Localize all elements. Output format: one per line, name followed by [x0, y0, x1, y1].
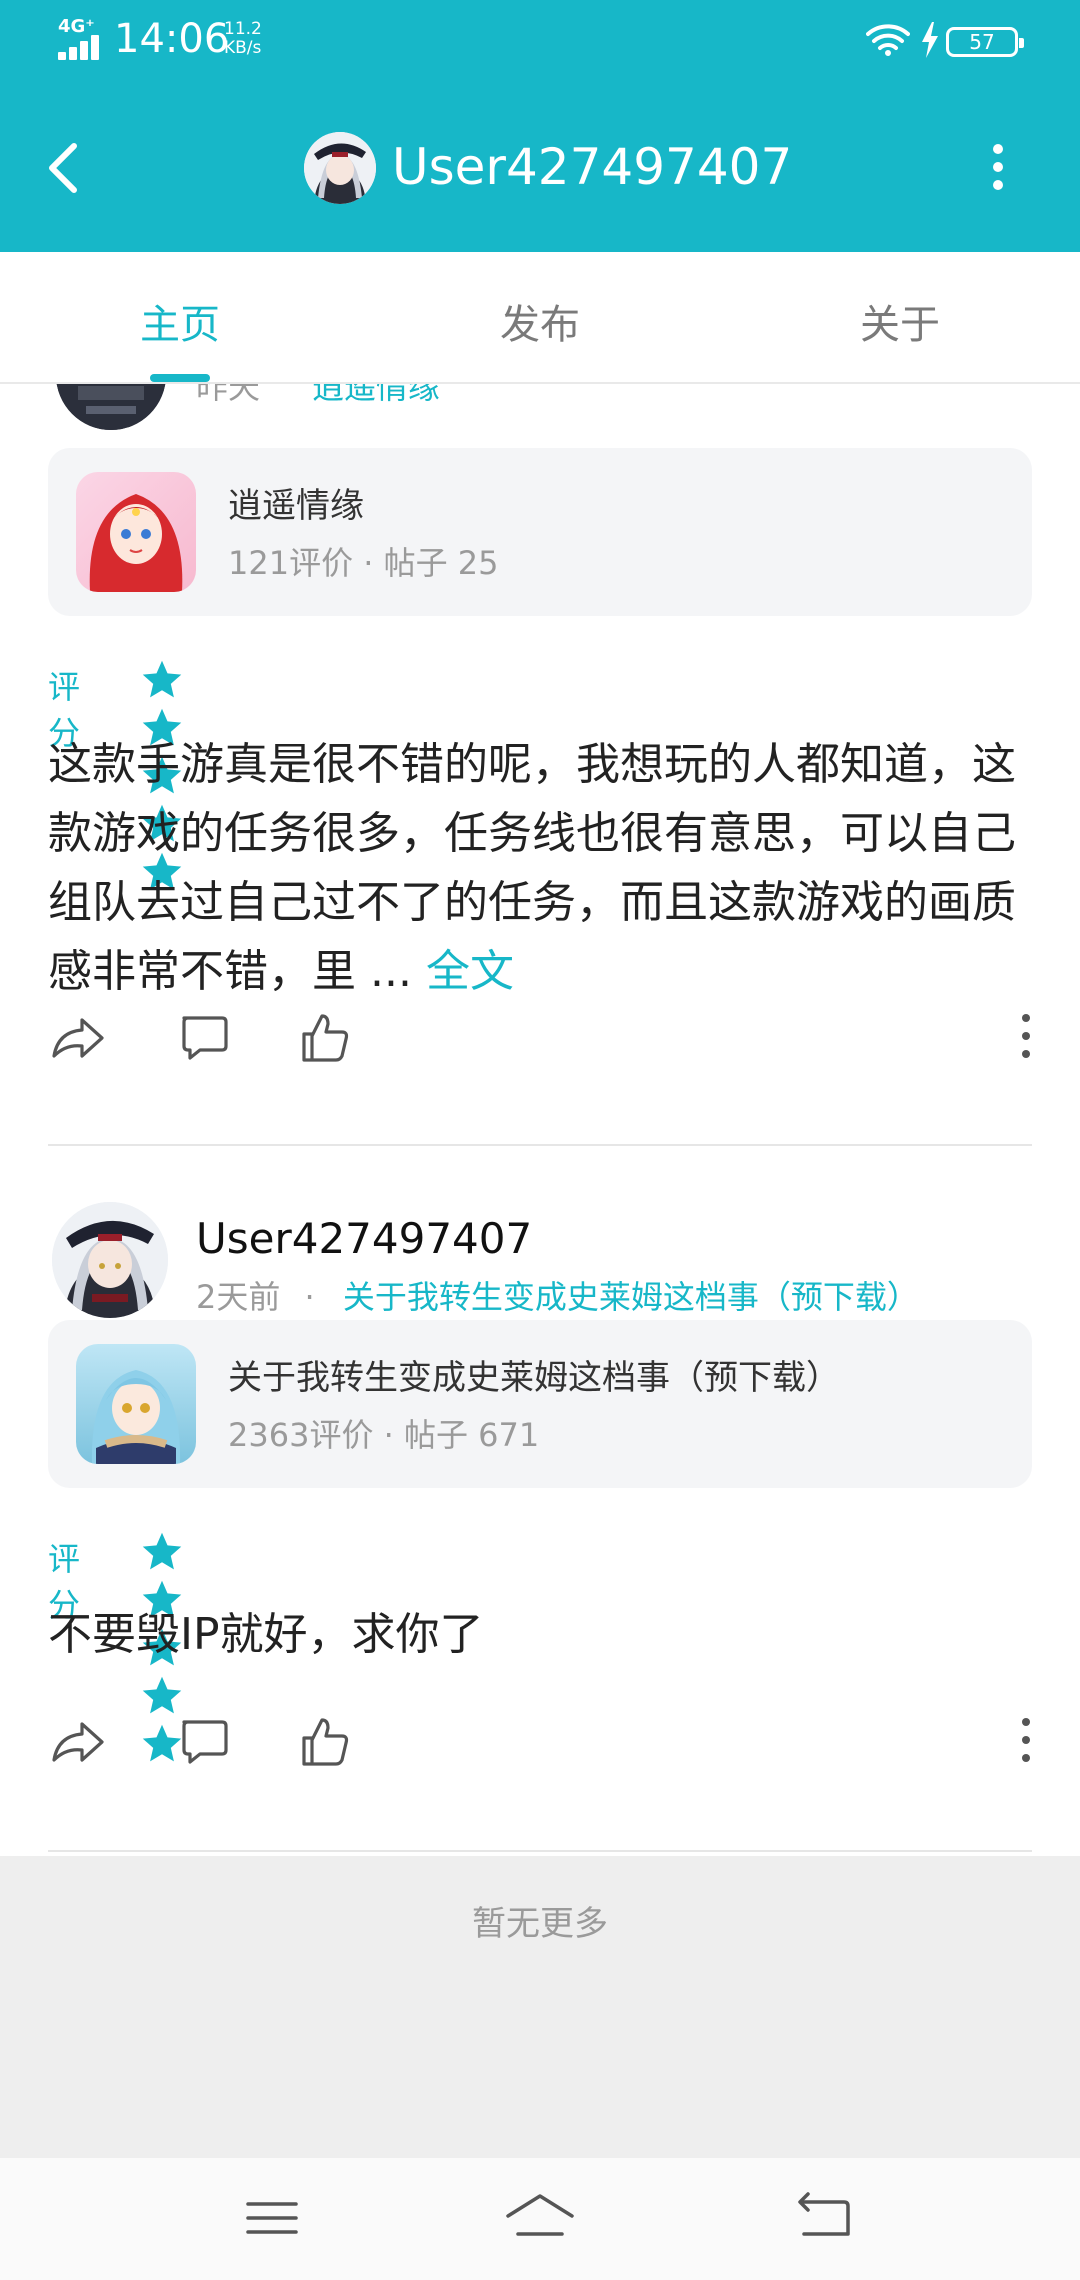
home-icon[interactable] — [504, 2190, 576, 2246]
chevron-left-icon[interactable] — [44, 140, 80, 196]
system-nav-bar — [0, 2158, 1080, 2280]
divider — [48, 1850, 1032, 1852]
menu-icon[interactable] — [244, 2190, 300, 2246]
game-name: 逍遥情缘 — [228, 486, 364, 526]
divider — [48, 1144, 1032, 1146]
post-text: 这款手游真是很不错的呢，我想玩的人都知道，这款游戏的任务很多，任务线也很有意思，… — [48, 739, 1016, 997]
post-actions — [48, 1008, 1032, 1068]
post-text: 不要毁IP就好，求你了 — [48, 1609, 484, 1660]
meta-separator: · — [304, 1278, 315, 1316]
post-game-link[interactable]: 逍遥情缘 — [312, 384, 440, 406]
signal-icon — [58, 34, 102, 60]
list-footer: 暂无更多 — [0, 1856, 1080, 2158]
avatar[interactable] — [52, 1202, 168, 1318]
tab-bar: 主页 发布 关于 — [0, 252, 1080, 384]
app-screen: 4G⁺ 14:06 11.2 KB/s 57 User427497407 主页 … — [0, 0, 1080, 2280]
tab-indicator — [150, 374, 210, 382]
back-icon[interactable] — [796, 2190, 852, 2246]
more-options-icon[interactable] — [1020, 1014, 1032, 1062]
post-meta: 昨天 逍遥情缘 — [196, 384, 440, 408]
post-game-link[interactable]: 关于我转生变成史莱姆这档事（预下载） — [343, 1278, 919, 1316]
wifi-icon — [866, 24, 910, 56]
star-icon — [142, 660, 182, 698]
net-speed-value: 11.2 — [224, 19, 262, 39]
post-time: 昨天 — [196, 384, 261, 406]
top-app-bar: 4G⁺ 14:06 11.2 KB/s 57 User427497407 — [0, 0, 1080, 252]
game-stats: 121评价 · 帖子 25 — [228, 544, 499, 582]
read-more-link[interactable]: 全文 — [426, 946, 514, 997]
share-icon[interactable] — [48, 1712, 108, 1772]
page-title: User427497407 — [392, 138, 793, 196]
clock: 14:06 — [114, 16, 230, 62]
post-content[interactable]: 这款手游真是很不错的呢，我想玩的人都知道，这款游戏的任务很多，任务线也很有意思，… — [48, 730, 1038, 1006]
star-icon — [142, 1532, 182, 1570]
game-name: 关于我转生变成史莱姆这档事（预下载） — [228, 1358, 840, 1398]
post-time: 2天前 — [196, 1278, 281, 1316]
battery-indicator: 57 — [946, 27, 1024, 57]
tab-posts[interactable]: 发布 — [420, 292, 660, 350]
game-card[interactable]: 关于我转生变成史莱姆这档事（预下载） 2363评价 · 帖子 671 — [48, 1320, 1032, 1488]
net-speed-unit: KB/s — [224, 38, 262, 58]
feed-list: 昨天 逍遥情缘 逍遥情缘 121评价 · 帖子 25 评分 这款手游真是很不错的… — [0, 384, 1080, 1856]
comment-icon[interactable] — [174, 1712, 234, 1772]
game-card[interactable]: 逍遥情缘 121评价 · 帖子 25 — [48, 448, 1032, 616]
net-speed: 11.2 KB/s — [224, 20, 262, 58]
like-icon[interactable] — [294, 1712, 354, 1772]
post-username[interactable]: User427497407 — [196, 1214, 532, 1263]
charging-icon — [922, 22, 938, 58]
avatar[interactable] — [56, 384, 166, 430]
post-actions — [48, 1712, 1032, 1772]
game-icon — [76, 472, 196, 592]
avatar[interactable] — [304, 132, 376, 204]
tab-home[interactable]: 主页 — [60, 292, 300, 350]
like-icon[interactable] — [294, 1008, 354, 1068]
more-vertical-icon[interactable] — [990, 144, 1006, 190]
status-bar: 4G⁺ 14:06 11.2 KB/s 57 — [0, 0, 1080, 84]
game-stats: 2363评价 · 帖子 671 — [228, 1416, 540, 1454]
no-more-text: 暂无更多 — [472, 1904, 608, 1944]
comment-icon[interactable] — [174, 1008, 234, 1068]
post-meta: 2天前 · 关于我转生变成史莱姆这档事（预下载） — [196, 1272, 919, 1318]
share-icon[interactable] — [48, 1008, 108, 1068]
game-icon — [76, 1344, 196, 1464]
more-options-icon[interactable] — [1020, 1718, 1032, 1766]
post-content[interactable]: 不要毁IP就好，求你了 — [48, 1600, 1038, 1669]
tab-about[interactable]: 关于 — [780, 292, 1020, 350]
